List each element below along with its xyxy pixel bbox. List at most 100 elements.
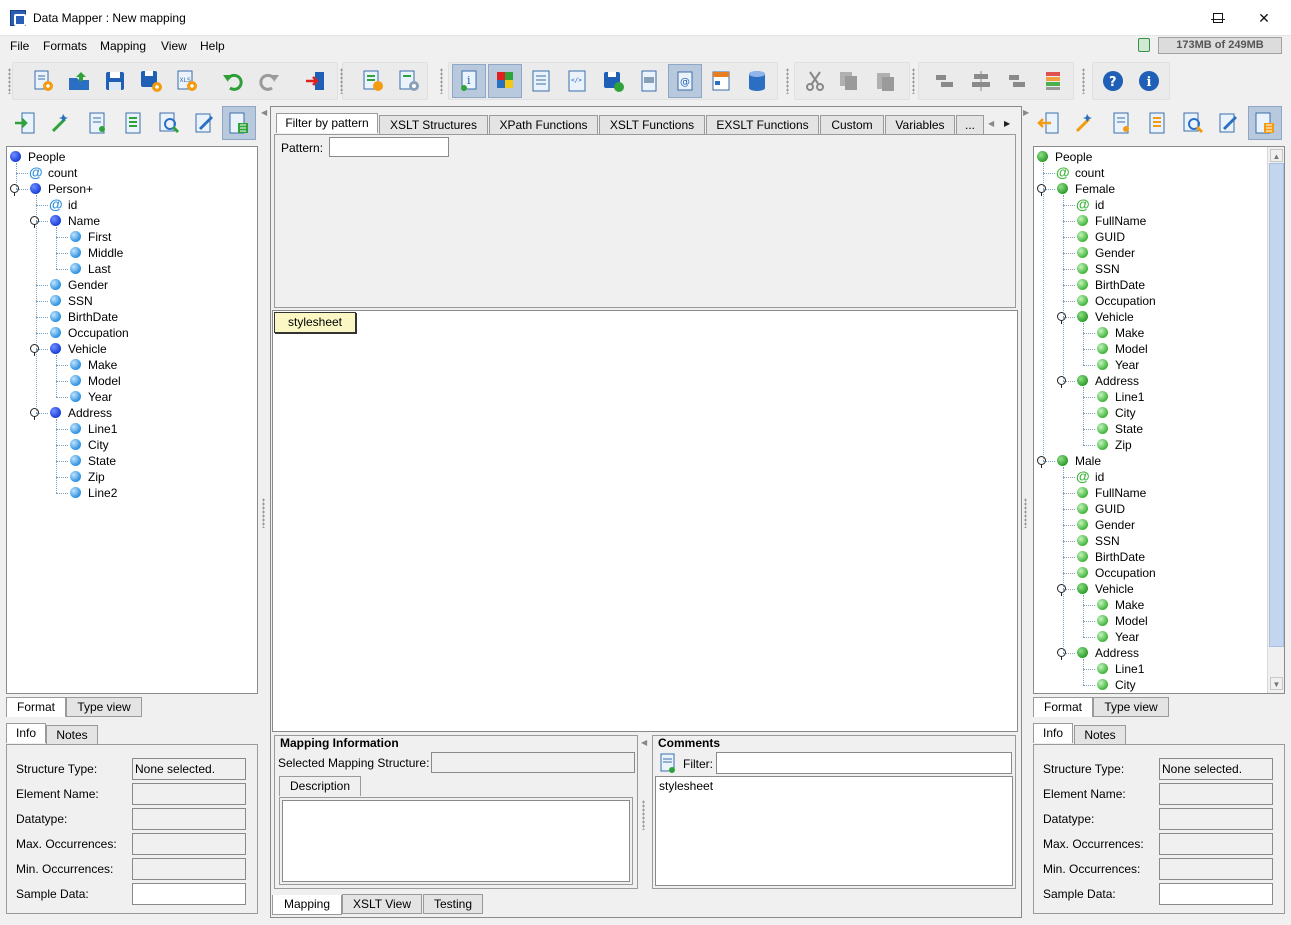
tab-xslt-view[interactable]: XSLT View [342, 894, 422, 914]
tree-node[interactable]: Line2 [7, 485, 237, 501]
toolbar-grip[interactable] [1082, 68, 1085, 94]
tab-variables[interactable]: Variables [885, 115, 955, 135]
comments-list[interactable]: stylesheet [655, 776, 1013, 886]
menu-file[interactable]: File [10, 39, 29, 53]
tab-mapping[interactable]: Mapping [272, 895, 342, 915]
target-tree-scrollbar[interactable]: ▲ ▼ [1267, 147, 1284, 693]
menu-mapping[interactable]: Mapping [100, 39, 146, 53]
toolbar-grip[interactable] [912, 68, 915, 94]
tree-node[interactable]: Male [1034, 453, 1264, 469]
format-settings-button[interactable] [392, 64, 426, 98]
collapse-right-arrow[interactable]: ▶ [1023, 108, 1029, 117]
save-button[interactable] [98, 64, 132, 98]
target-tab-format[interactable]: Format [1033, 697, 1093, 717]
scroll-thumb[interactable] [1269, 163, 1284, 647]
tree-node[interactable]: City [1034, 405, 1264, 421]
tab-exslt-functions[interactable]: EXSLT Functions [706, 115, 819, 135]
target-info-tab[interactable]: Info [1033, 723, 1073, 743]
tab-more[interactable]: ... [956, 115, 984, 135]
source-info-tab[interactable]: Info [6, 723, 46, 743]
maximize-button[interactable] [1195, 0, 1241, 36]
import-format-button[interactable] [8, 106, 42, 140]
tab-testing[interactable]: Testing [423, 894, 483, 914]
target-info-value[interactable] [1159, 883, 1273, 905]
document-button-right[interactable] [1104, 106, 1138, 140]
info-view-button[interactable]: i [452, 64, 486, 98]
tree-node[interactable]: Last [7, 261, 237, 277]
menu-view[interactable]: View [161, 39, 187, 53]
description-textarea[interactable] [282, 800, 630, 882]
database-button[interactable] [740, 64, 774, 98]
tree-node[interactable]: Year [1034, 357, 1264, 373]
undo-button[interactable] [216, 64, 250, 98]
tab-scroll-right-icon[interactable]: ▶ [1004, 119, 1010, 128]
search-structure-button[interactable] [152, 106, 186, 140]
new-mapping-button[interactable] [26, 64, 60, 98]
tree-node[interactable]: Model [7, 373, 237, 389]
tree-node[interactable]: State [1034, 421, 1264, 437]
tree-node[interactable]: Middle [7, 245, 237, 261]
tree-node[interactable]: Line1 [1034, 661, 1264, 677]
target-tab-type-view[interactable]: Type view [1093, 697, 1169, 717]
tree-node[interactable]: City [7, 437, 237, 453]
toolbar-grip[interactable] [340, 68, 343, 94]
tree-node[interactable]: Person+ [7, 181, 237, 197]
splitter-handle[interactable] [642, 800, 645, 830]
tree-node[interactable]: Female [1034, 181, 1264, 197]
toolbar-grip[interactable] [786, 68, 789, 94]
edit-button-right[interactable] [1212, 106, 1246, 140]
help-button[interactable]: ? [1096, 64, 1130, 98]
target-tree[interactable]: ▲ ▼ People @ count Female @ id FullName GUID Gen… [1033, 146, 1285, 694]
paste-button[interactable] [868, 64, 902, 98]
tree-node[interactable]: Year [7, 389, 237, 405]
about-button[interactable]: i [1132, 64, 1166, 98]
source-info-value[interactable] [132, 883, 246, 905]
tab-scroll-left-icon[interactable]: ◀ [988, 119, 994, 128]
scroll-down-icon[interactable]: ▼ [1270, 677, 1283, 690]
source-notes-tab[interactable]: Notes [46, 725, 98, 745]
map-tool-button[interactable] [44, 106, 78, 140]
redo-button[interactable] [252, 64, 286, 98]
tab-xslt-functions[interactable]: XSLT Functions [599, 115, 705, 135]
search-structure-button-right[interactable] [1176, 106, 1210, 140]
tree-node[interactable]: State [7, 453, 237, 469]
splitter-handle[interactable] [1024, 498, 1027, 528]
source-tab-type-view[interactable]: Type view [66, 697, 142, 717]
tree-node[interactable]: Zip [1034, 437, 1264, 453]
pattern-input[interactable] [329, 137, 449, 157]
garbage-collect-icon[interactable] [1138, 38, 1150, 52]
document-button[interactable] [80, 106, 114, 140]
print-button[interactable] [632, 64, 666, 98]
menu-formats[interactable]: Formats [43, 39, 87, 53]
xslt-code-button[interactable]: </> [560, 64, 594, 98]
description-tab[interactable]: Description [279, 776, 361, 796]
scroll-up-icon[interactable]: ▲ [1270, 149, 1283, 162]
tree-node[interactable]: Make [7, 357, 237, 373]
color-map-button[interactable] [488, 64, 522, 98]
attribute-button[interactable]: @ [668, 64, 702, 98]
align-right-button[interactable] [1000, 64, 1034, 98]
comments-list-item[interactable]: stylesheet [659, 779, 713, 793]
align-left-button[interactable] [928, 64, 962, 98]
toolbar-grip[interactable] [8, 68, 11, 94]
exit-button[interactable] [298, 64, 332, 98]
structure-view-button-right[interactable] [1248, 106, 1282, 140]
tree-node[interactable]: Make [1034, 325, 1264, 341]
tab-xslt-structures[interactable]: XSLT Structures [379, 115, 488, 135]
mapping-canvas[interactable]: stylesheet [272, 310, 1018, 732]
collapse-arrow[interactable]: ◀ [641, 738, 647, 747]
save-db-button[interactable] [596, 64, 630, 98]
tree-node[interactable]: Year [1034, 629, 1264, 645]
export-xls-button[interactable]: XLS [170, 64, 204, 98]
menu-help[interactable]: Help [200, 39, 225, 53]
edit-button[interactable] [188, 106, 222, 140]
open-button[interactable] [62, 64, 96, 98]
tree-node[interactable]: People [7, 149, 237, 165]
tree-node[interactable]: Line1 [7, 421, 237, 437]
cut-button[interactable] [798, 64, 832, 98]
export-format-button[interactable] [1032, 106, 1066, 140]
close-button[interactable]: ✕ [1241, 0, 1287, 36]
align-center-button[interactable] [964, 64, 998, 98]
source-tree[interactable]: People @ count Person+ @ id Name First Middle Las… [6, 146, 258, 694]
target-notes-tab[interactable]: Notes [1074, 725, 1126, 745]
